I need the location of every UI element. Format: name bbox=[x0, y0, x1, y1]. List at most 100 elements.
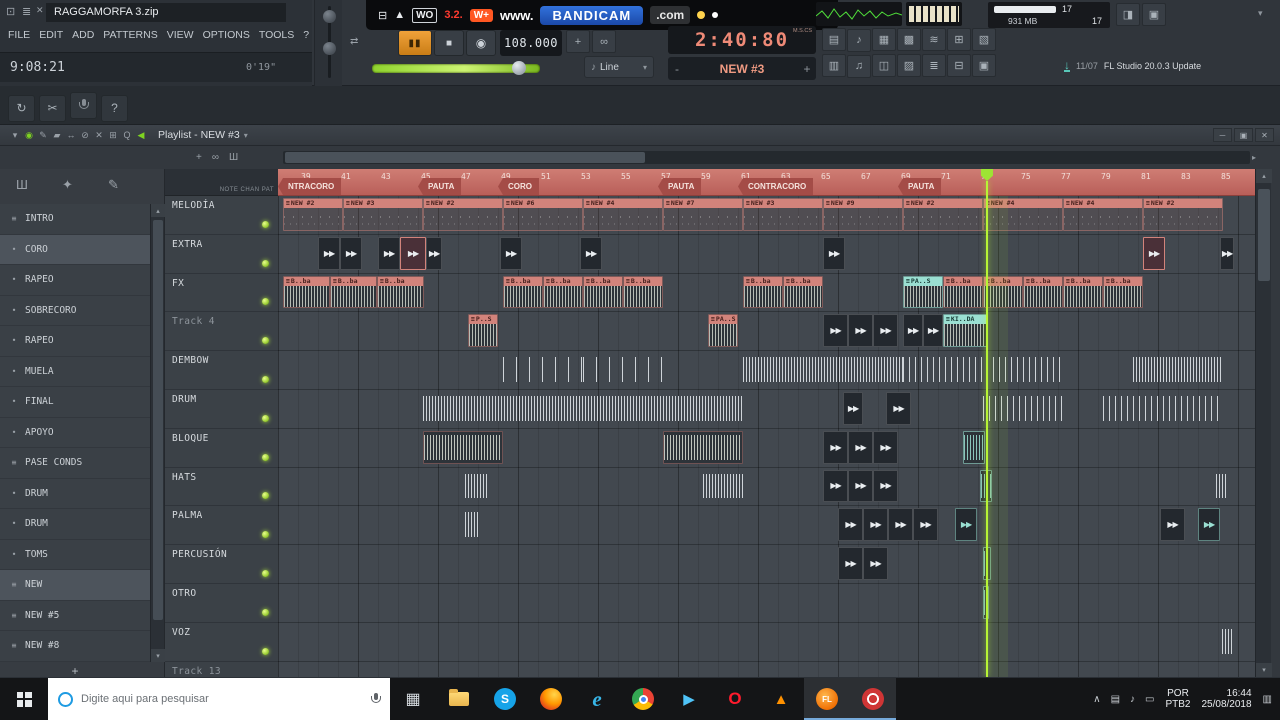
menu-edit[interactable]: EDIT bbox=[39, 29, 63, 41]
track-lane-1[interactable]: ≡ NEW #2 ≡ NEW #3 ≡ NEW #2 ≡ NEW #6 ≡ NEW #4 ≡ NEW … bbox=[278, 196, 1255, 235]
midi-clip[interactable] bbox=[903, 353, 1063, 386]
clip-new-4[interactable]: ≡NEW #4 bbox=[1063, 198, 1143, 231]
midi-clip[interactable] bbox=[743, 353, 903, 386]
taskbar-app-chrome[interactable] bbox=[620, 678, 666, 720]
automation-clip[interactable]: ▶▶ bbox=[580, 236, 602, 270]
picker-scroll-thumb[interactable] bbox=[153, 220, 163, 620]
automation-clip[interactable]: ▶▶ bbox=[823, 236, 845, 270]
pattern-selector[interactable]: - NEW #3 + bbox=[668, 57, 816, 80]
track-lane-6[interactable]: ▶▶ ▶▶ bbox=[278, 390, 1255, 429]
pattern-item-drum-10[interactable]: • DRUM bbox=[0, 478, 150, 509]
clip-new-3[interactable]: ≡ NEW #3 bbox=[743, 198, 823, 231]
update-notification[interactable]: ↓ 11/07 FL Studio 20.0.3 Update bbox=[1064, 54, 1276, 78]
panel-toggle-icon-2-7[interactable]: ▣ bbox=[972, 54, 996, 77]
automation-clip[interactable]: ▶▶ bbox=[888, 508, 913, 542]
maximize-icon[interactable]: ▣ bbox=[1234, 128, 1253, 142]
automation-clip[interactable]: ▶▶ bbox=[823, 314, 848, 348]
picker-scroll-up-icon[interactable]: ▴ bbox=[151, 204, 165, 217]
vertical-scrollbar[interactable]: ▴ ▾ bbox=[1255, 169, 1272, 677]
pattern-item-coro-2[interactable]: • CORO bbox=[0, 234, 150, 265]
track-header-1[interactable]: MELODÍA bbox=[165, 196, 278, 235]
menu-[interactable]: ? bbox=[303, 29, 309, 41]
wave-clip[interactable] bbox=[423, 430, 503, 464]
pattern-item-apoyo-8[interactable]: • APOYO bbox=[0, 417, 150, 448]
picker-scroll-down-icon[interactable]: ▾ bbox=[151, 649, 165, 662]
clip-b-ba[interactable]: ≡B..ba bbox=[330, 275, 377, 309]
menu-tools[interactable]: TOOLS bbox=[259, 29, 294, 41]
midi-clip[interactable] bbox=[465, 508, 480, 541]
panel-toggle-icon-1-6[interactable]: ⊞ bbox=[947, 28, 971, 51]
track-header-7[interactable]: BLOQUE bbox=[165, 428, 278, 468]
automation-clip[interactable]: ▶▶ bbox=[1160, 508, 1185, 542]
taskbar-app-firefox[interactable] bbox=[528, 678, 574, 720]
clip-new-2[interactable]: ≡ NEW #2 bbox=[1143, 198, 1223, 231]
automation-clip[interactable]: ▶▶ bbox=[873, 430, 898, 464]
pattern-item-rapeo-3[interactable]: • RAPEO bbox=[0, 265, 150, 296]
track-lane-2[interactable]: ▶▶ ▶▶ ▶▶ ▶▶ ▶▶ ▶▶ ▶▶ ▶▶ ▶▶ ▶▶ bbox=[278, 235, 1255, 274]
pattern-item-final-7[interactable]: • FINAL bbox=[0, 387, 150, 418]
delete-tool-icon[interactable]: ⊘ bbox=[78, 130, 92, 141]
clip-pa-s[interactable]: ≡ PA..S bbox=[708, 314, 738, 348]
taskbar-app-edge[interactable]: e bbox=[574, 678, 620, 720]
track-led-icon[interactable] bbox=[262, 531, 269, 539]
menu-file[interactable]: FILE bbox=[8, 29, 30, 41]
track-lane-10[interactable]: ▶▶ ▶▶ bbox=[278, 545, 1255, 584]
clip-b-ba[interactable]: ≡B..ba bbox=[943, 275, 983, 309]
track-lane-5[interactable] bbox=[278, 351, 1255, 390]
picker-patterns-icon[interactable]: ✦ bbox=[62, 177, 73, 193]
picker-clips-icon[interactable]: Ш bbox=[16, 177, 28, 192]
track-header-4[interactable]: Track 4 bbox=[165, 312, 278, 352]
automation-clip[interactable]: ▶▶ bbox=[838, 547, 863, 580]
horizontal-scrollbar[interactable] bbox=[283, 151, 1250, 164]
panel-toggle-icon-1-4[interactable]: ▩ bbox=[897, 28, 921, 51]
pause-button[interactable]: ▮▮ bbox=[398, 30, 432, 56]
tempo-display[interactable]: 108.000 bbox=[500, 30, 562, 56]
clip-b-ba[interactable]: ≡B..ba bbox=[543, 275, 583, 309]
draw-tool-icon[interactable]: ✎ bbox=[36, 130, 50, 141]
close-icon[interactable]: ✕ bbox=[1255, 128, 1274, 142]
timeline-marker-pauta[interactable]: PAUTA bbox=[658, 178, 702, 195]
playlist-titlebar[interactable]: ▾ ◉ ✎ ▰ ↔ ⊘ ✕ ⊞ Q ◀ Playlist - NEW #3 ▾ ─ ▣ ✕ bbox=[0, 125, 1280, 146]
midi-clip[interactable] bbox=[1222, 625, 1232, 658]
track-header-8[interactable]: HATS bbox=[165, 467, 278, 507]
automation-clip[interactable]: ▶▶ bbox=[873, 469, 898, 503]
menu-add[interactable]: ADD bbox=[72, 29, 94, 41]
timeline-marker-pauta[interactable]: PAUTA bbox=[898, 178, 942, 195]
midi-clip[interactable] bbox=[703, 470, 745, 503]
hidden-icons-chevron-icon[interactable]: ∧ bbox=[1093, 694, 1100, 705]
track-header-3[interactable]: FX bbox=[165, 273, 278, 313]
options-panel-icon[interactable]: ▣ bbox=[1142, 3, 1166, 26]
playlist-menu-icon[interactable]: ▾ bbox=[8, 130, 22, 141]
pattern-song-switch[interactable]: ⇄ bbox=[350, 36, 358, 47]
volume-knob[interactable] bbox=[323, 10, 336, 23]
track-lane-7[interactable]: ▶▶ ▶▶ ▶▶ bbox=[278, 429, 1255, 468]
track-lane-3[interactable]: ≡ B..ba ≡ B..ba ≡ B..ba ≡ B..ba ≡ B..ba ≡ B..ba ≡ B..… bbox=[278, 274, 1255, 313]
track-led-icon[interactable] bbox=[262, 298, 269, 306]
panel-toggle-icon-2-1[interactable]: ▥ bbox=[822, 54, 846, 77]
midi-clip[interactable] bbox=[465, 470, 487, 503]
input-mode-select[interactable]: ♪ Line ▾ bbox=[584, 56, 654, 78]
track-lane-8[interactable]: ▶▶ ▶▶ ▶▶ bbox=[278, 468, 1255, 507]
clip-b-ba[interactable]: ≡B..ba bbox=[623, 275, 663, 309]
menu-options[interactable]: OPTIONS bbox=[203, 29, 250, 41]
panel-toggle-icon-2-3[interactable]: ◫ bbox=[872, 54, 896, 77]
automation-clip[interactable]: ▶▶ bbox=[886, 392, 911, 425]
panel-toggle-icon-2-4[interactable]: ▨ bbox=[897, 54, 921, 77]
track-header-5[interactable]: DEMBOW bbox=[165, 351, 278, 390]
clip-b-ba[interactable]: ≡B..ba bbox=[583, 275, 623, 309]
clip-b-ba[interactable]: ≡B..ba bbox=[743, 275, 783, 309]
menu-patterns[interactable]: PATTERNS bbox=[103, 29, 157, 41]
pattern-item-muela-6[interactable]: • MUELA bbox=[0, 356, 150, 387]
panel-toggle-icon-2-2[interactable]: ♫ bbox=[847, 54, 871, 78]
timeline-ruler[interactable]: 3941434547495153555759616365676971737577… bbox=[278, 169, 1255, 196]
detach-icon[interactable]: + bbox=[196, 152, 202, 163]
automation-clip[interactable]: ▶▶ bbox=[500, 236, 522, 270]
taskbar-app-vlc[interactable]: ▲ bbox=[758, 678, 804, 720]
minimize-icon[interactable]: ─ bbox=[1213, 128, 1232, 142]
action-center-icon[interactable]: ▥ bbox=[1263, 694, 1272, 705]
clip-new-7[interactable]: ≡ NEW #7 bbox=[663, 198, 743, 231]
pattern-item-new-13[interactable]: ≡ NEW bbox=[0, 570, 150, 601]
automation-clip[interactable]: ▶▶ bbox=[843, 392, 863, 425]
automation-clip[interactable]: ▶▶ bbox=[823, 469, 848, 503]
automation-clip[interactable]: ▶▶ bbox=[848, 314, 873, 348]
